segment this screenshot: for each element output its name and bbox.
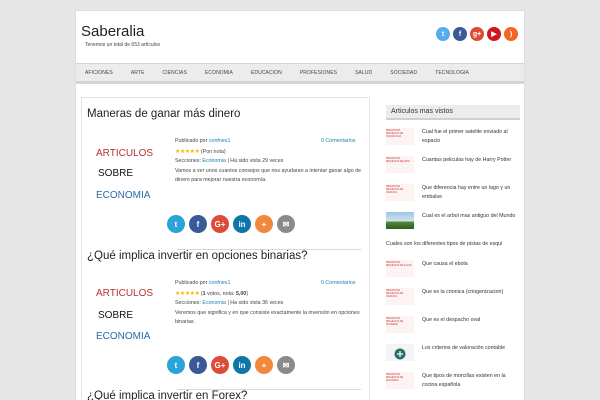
article-link[interactable]: Que tipos de morcillas existen en la coc… [422,372,522,390]
thumbnail-line: ARTICULOS [96,288,154,299]
article-link[interactable]: Que es la crionica (criogenizacion) [422,288,522,297]
author-prefix: Publicado por [175,280,208,286]
nav-item-aficiones[interactable]: AFICIONES [76,64,122,81]
article-thumbnail[interactable]: PREGUNTAS RESUELTAS DE AFICIONES [386,372,414,389]
post-excerpt: Vamos a ver unos cuantos consejos que no… [175,168,362,183]
social-links: t f g+ ▶ ) [436,27,518,41]
post-meta: Publicado por confnes1 [175,138,230,144]
post-excerpt: Veremos que significa y en que consiste … [175,310,360,325]
facebook-icon[interactable]: f [453,27,467,41]
post-sections: Secciones: Economia | Ha sido vista 29 v… [175,158,283,164]
nav-item-salud[interactable]: SALUD [346,64,381,81]
section-link[interactable]: Economia [202,158,226,164]
thumbnail-line: ARTICULOS [96,148,154,159]
author-prefix: Publicado por [175,138,208,144]
article-link[interactable]: Cuantas peliculas hay de Harry Potter [422,156,522,165]
main-content: Maneras de ganar más dinero ARTICULOS SO… [81,97,370,400]
share-facebook-icon[interactable]: f [189,215,207,233]
share-twitter-icon[interactable]: t [167,215,185,233]
share-more-icon[interactable]: + [255,356,273,374]
post-title[interactable]: ¿Qué implica invertir en opciones binari… [87,250,308,262]
views-count: | Ha sido vista 36 veces [227,300,284,306]
post-title[interactable]: ¿Qué implica invertir en Forex? [87,390,247,400]
site-tagline: Tenemos un total de 653 artículos [85,42,161,48]
share-bar: t f G+ in + ✉ [167,215,295,233]
rating: ★★★★★ (1 votos, nota: 5,00) [175,290,248,297]
share-twitter-icon[interactable]: t [167,356,185,374]
article-link[interactable]: Cuales son los diferentes tipos de pista… [386,240,520,249]
rating-stars[interactable]: ★★★★★ [175,149,200,155]
thumbnail-line: ECONOMIA [96,190,151,201]
votes-label: votos, nota: [205,291,236,297]
post-sections: Secciones: Economia | Ha sido vista 36 v… [175,300,283,306]
comments-link[interactable]: 0 Comentarios [321,138,355,144]
comments-link[interactable]: 0 Comentarios [321,280,355,286]
share-linkedin-icon[interactable]: in [233,356,251,374]
share-linkedin-icon[interactable]: in [233,215,251,233]
sections-label: Secciones: [175,158,201,164]
rating-stars[interactable]: ★★★★★ [175,291,200,297]
page-container: Saberalia Tenemos un total de 653 artícu… [75,10,525,400]
author-link[interactable]: confnes1 [209,138,231,144]
share-google-plus-icon[interactable]: G+ [211,356,229,374]
votes-close: ) [246,291,249,297]
share-facebook-icon[interactable]: f [189,356,207,374]
article-thumbnail[interactable]: PREGUNTAS RESUELTAS DE TECNOLOGIA [386,128,414,145]
post-title[interactable]: Maneras de ganar más dinero [87,108,240,120]
site-title[interactable]: Saberalia [81,23,144,40]
post-meta: Publicado por confnes1 [175,280,230,286]
nav-item-economia[interactable]: ECONOMIA [196,64,242,81]
article-thumbnail[interactable]: PREGUNTAS RESUELTAS DE SOCIEDAD [386,316,414,333]
tree-photo-thumbnail[interactable] [386,212,414,229]
article-link[interactable]: Cual fue el primer satelite enviado al e… [422,128,522,146]
share-email-icon[interactable]: ✉ [277,356,295,374]
rating: ★★★★★ (Pon nota) [175,148,226,155]
widget-title: Articulos mas vistos [386,105,520,120]
main-nav: AFICIONES ARTE CIENCIAS ECONOMIA EDUCACI… [76,63,524,84]
rating-text: (Pon nota) [200,149,226,155]
article-link[interactable]: Que diferencia hay entre un lago y un em… [422,184,522,202]
google-plus-icon[interactable]: g+ [470,27,484,41]
nav-item-profesiones[interactable]: PROFESIONES [291,64,346,81]
nav-item-ciencias[interactable]: CIENCIAS [154,64,196,81]
article-link[interactable]: Que es el despacho oval [422,316,522,325]
post-thumbnail[interactable]: ARTICULOS SOBRE ECONOMIA [96,136,162,208]
share-email-icon[interactable]: ✉ [277,215,295,233]
share-google-plus-icon[interactable]: G+ [211,215,229,233]
nav-item-arte[interactable]: ARTE [122,64,154,81]
views-count: | Ha sido vista 29 veces [227,158,284,164]
section-link[interactable]: Economia [202,300,226,306]
thumbnail-line: SOBRE [98,168,134,179]
author-link[interactable]: confnes1 [209,280,231,286]
twitter-icon[interactable]: t [436,27,450,41]
article-link[interactable]: Cual es el arbol mas antiguo del Mundo [422,212,522,221]
scale-icon [394,348,406,359]
sections-label: Secciones: [175,300,201,306]
nav-item-tecnologia[interactable]: TECNOLOGIA [426,64,478,81]
article-link[interactable]: Que causa el ebola [422,260,522,269]
rss-icon[interactable]: ) [504,27,518,41]
accounting-logo-thumbnail[interactable] [386,344,414,361]
thumbnail-line: SOBRE [98,310,134,321]
share-more-icon[interactable]: + [255,215,273,233]
nav-item-educacion[interactable]: EDUCACION [242,64,291,81]
article-link[interactable]: Los criterios de valoración contable [422,344,522,353]
article-thumbnail[interactable]: PREGUNTAS RESUELTAS DE CIENCIAS [386,184,414,201]
nav-item-sociedad[interactable]: SOCIEDAD [381,64,426,81]
youtube-icon[interactable]: ▶ [487,27,501,41]
thumbnail-line: ECONOMIA [96,331,151,342]
votes-score: 5,00 [235,291,247,297]
share-bar: t f G+ in + ✉ [167,356,295,374]
post-thumbnail[interactable]: ARTICULOS SOBRE ECONOMIA [96,278,162,350]
article-thumbnail[interactable]: PREGUNTAS RESUELTAS DE CIENCIAS [386,288,414,305]
sidebar: Articulos mas vistos PREGUNTAS RESUELTAS… [381,97,520,400]
article-thumbnail[interactable]: PREGUNTAS RESUELTAS DE SALUD [386,260,414,277]
article-thumbnail[interactable]: PREGUNTAS RESUELTAS DE ARTE [386,156,414,173]
